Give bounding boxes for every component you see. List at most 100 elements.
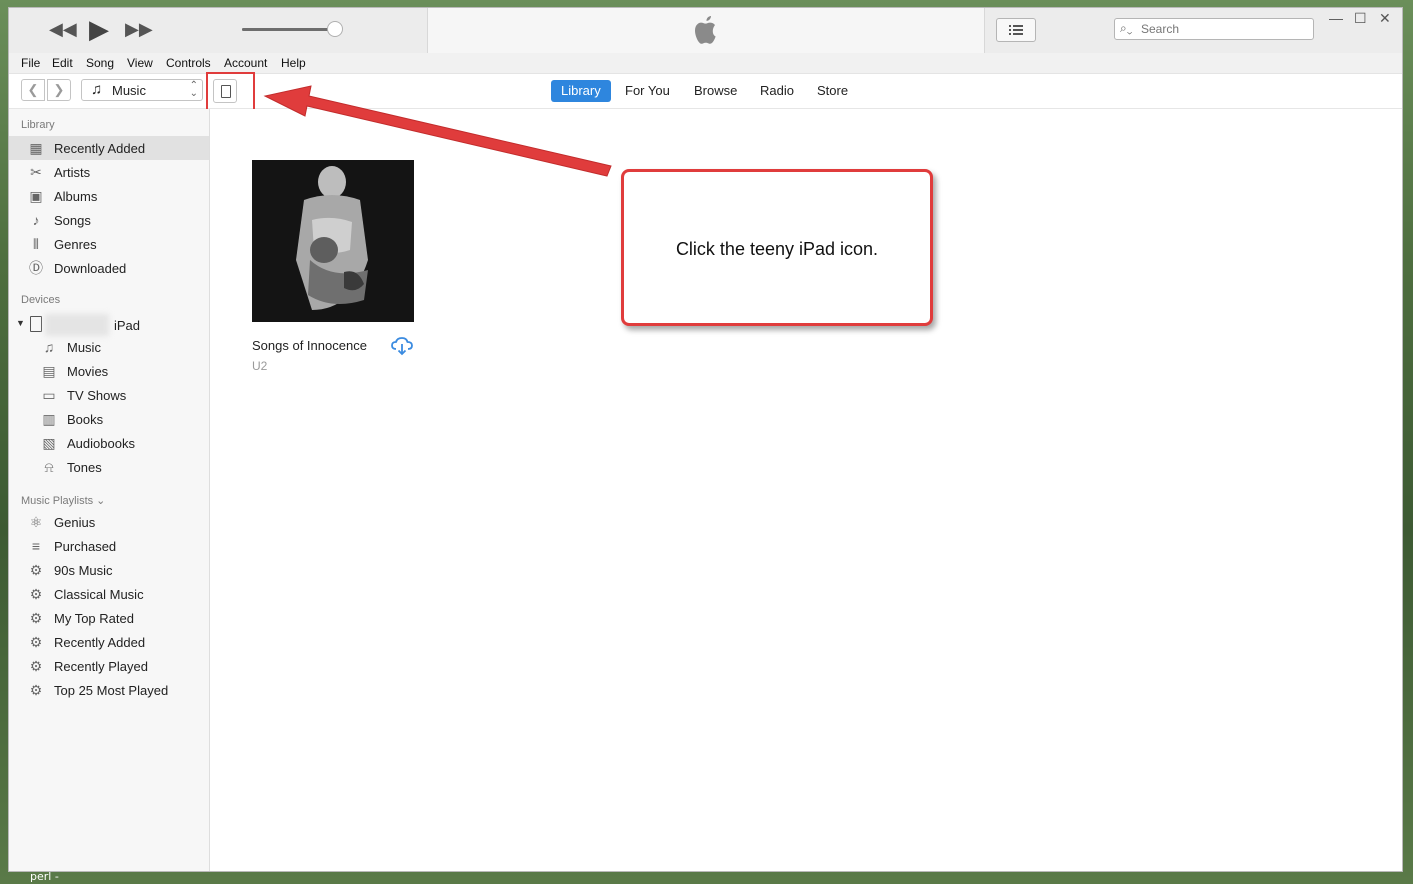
album-artwork[interactable] [252,160,414,322]
gear-icon: ⚙ [29,658,43,674]
sidebar-item-device-tv-shows[interactable]: ▭ TV Shows [9,383,209,407]
previous-track-icon[interactable]: ◀◀ [49,20,77,38]
sidebar-item-90s-music[interactable]: ⚙ 90s Music [9,558,209,582]
sidebar-item-device-music[interactable]: ♫ Music [9,335,209,359]
menu-help[interactable]: Help [281,56,306,70]
book-icon: ▥ [42,411,56,427]
genius-icon: ⚛ [29,514,43,530]
search-box[interactable]: ⌕⌄ [1114,18,1314,40]
tv-icon: ▭ [42,387,56,403]
disclosure-triangle-icon[interactable]: ▼ [16,318,25,328]
sidebar-item-albums[interactable]: ▣ Albums [9,184,209,208]
menu-view[interactable]: View [127,56,153,70]
sidebar-item-label: Songs [54,213,91,228]
callout-text: Click the teeny iPad icon. [675,239,879,259]
device-name: iPad [114,318,141,333]
gear-icon: ⚙ [29,634,43,650]
sidebar-item-genres[interactable]: ⫴ Genres [9,232,209,256]
album-artist[interactable]: U2 [252,359,267,373]
sidebar-item-artists[interactable]: ✂ Artists [9,160,209,184]
sidebar-item-label: Tones [67,460,102,475]
volume-fill [242,28,336,31]
sidebar-item-recently-played[interactable]: ⚙ Recently Played [9,654,209,678]
library-section-header: Library [21,119,55,131]
sidebar-device-ipad[interactable]: ▼ iPad [9,313,209,337]
up-next-list-button[interactable] [996,18,1036,42]
volume-knob[interactable] [327,21,344,37]
next-track-icon[interactable]: ▶▶ [125,20,153,38]
sidebar-item-device-tones[interactable]: ⍾ Tones [9,455,209,479]
film-icon: ▤ [42,363,56,379]
note-icon: ♪ [32,212,40,228]
apple-logo-icon [695,16,716,44]
menu-bar: File Edit Song View Controls Account Hel… [9,53,1402,74]
sidebar-item-recently-added[interactable]: ▦ Recently Added [9,136,209,160]
sidebar-item-label: Genius [54,515,96,530]
media-kind-label: Music [112,83,146,98]
sidebar-item-label: Albums [54,189,98,204]
sidebar-item-label: Books [67,412,104,427]
sidebar-item-device-movies[interactable]: ▤ Movies [9,359,209,383]
close-icon[interactable]: ✕ [1379,10,1391,27]
menu-file[interactable]: File [21,56,40,70]
sidebar-item-label: Artists [54,165,91,180]
volume-slider[interactable] [242,21,344,37]
sidebar-item-device-books[interactable]: ▥ Books [9,407,209,431]
devices-section-header: Devices [21,294,61,306]
note-icon: ♫ [43,339,55,355]
chevron-left-icon: ❮ [27,82,39,97]
icloud-download-icon[interactable] [391,336,413,356]
bell-icon: ⍾ [44,459,54,475]
tab-library[interactable]: Library [551,80,611,102]
tab-browse[interactable]: Browse [684,80,747,102]
chevron-right-icon: ❯ [53,82,65,97]
play-icon[interactable]: ▶ [89,16,109,42]
menu-controls[interactable]: Controls [166,56,211,70]
sidebar-item-downloaded[interactable]: Ⓓ Downloaded [9,256,209,280]
microphone-icon: ✂ [30,164,42,180]
gear-icon: ⚙ [29,682,43,698]
album-photo-image [252,160,414,322]
background-edge-text: perl - [30,870,59,883]
sidebar-item-label: Recently Added [54,635,146,650]
menu-account[interactable]: Account [224,56,267,70]
sidebar-item-label: 90s Music [54,563,113,578]
sidebar-item-playlist-recently-added[interactable]: ⚙ Recently Added [9,630,209,654]
sidebar-item-top-25-most-played[interactable]: ⚙ Top 25 Most Played [9,678,209,702]
tab-for-you[interactable]: For You [615,80,680,102]
album-title[interactable]: Songs of Innocence [252,338,367,353]
search-input[interactable] [1141,21,1309,37]
sidebar-item-genius[interactable]: ⚛ Genius [9,510,209,534]
sidebar-item-classical-music[interactable]: ⚙ Classical Music [9,582,209,606]
tab-radio[interactable]: Radio [750,80,804,102]
sidebar: Library ▦ Recently Added ✂ Artists ▣ Alb… [9,109,210,871]
sidebar-item-label: Recently Played [54,659,148,674]
music-note-icon: ♫ [91,81,103,98]
annotation-callout: Click the teeny iPad icon. [621,169,933,326]
search-icon: ⌕⌄ [1120,21,1133,35]
status-display [427,8,985,53]
sidebar-item-label: TV Shows [67,388,127,403]
player-bar: ◀◀ ▶ ▶▶ ⌕⌄ — ☐ ✕ [9,8,1402,54]
menu-edit[interactable]: Edit [52,56,73,70]
sidebar-item-label: Classical Music [54,587,144,602]
minimize-icon[interactable]: — [1329,10,1343,26]
sidebar-item-device-audiobooks[interactable]: ▧ Audiobooks [9,431,209,455]
sidebar-item-label: My Top Rated [54,611,134,626]
media-kind-select[interactable]: ♫ Music ⌃ ⌄ [81,79,203,101]
forward-button[interactable]: ❯ [47,79,71,101]
grid-icon: ▦ [29,140,43,156]
menu-song[interactable]: Song [86,56,114,70]
music-playlists-header[interactable]: Music Playlists ⌄ [21,494,105,507]
sidebar-item-my-top-rated[interactable]: ⚙ My Top Rated [9,606,209,630]
back-button[interactable]: ❮ [21,79,45,101]
sidebar-item-label: Downloaded [54,261,127,276]
sidebar-item-songs[interactable]: ♪ Songs [9,208,209,232]
sidebar-item-label: Top 25 Most Played [54,683,169,698]
maximize-icon[interactable]: ☐ [1354,10,1367,27]
gear-icon: ⚙ [29,610,43,626]
tab-store[interactable]: Store [807,80,858,102]
gear-icon: ⚙ [29,562,43,578]
sidebar-item-purchased[interactable]: ≡ Purchased [9,534,209,558]
sidebar-item-label: Recently Added [54,141,146,156]
